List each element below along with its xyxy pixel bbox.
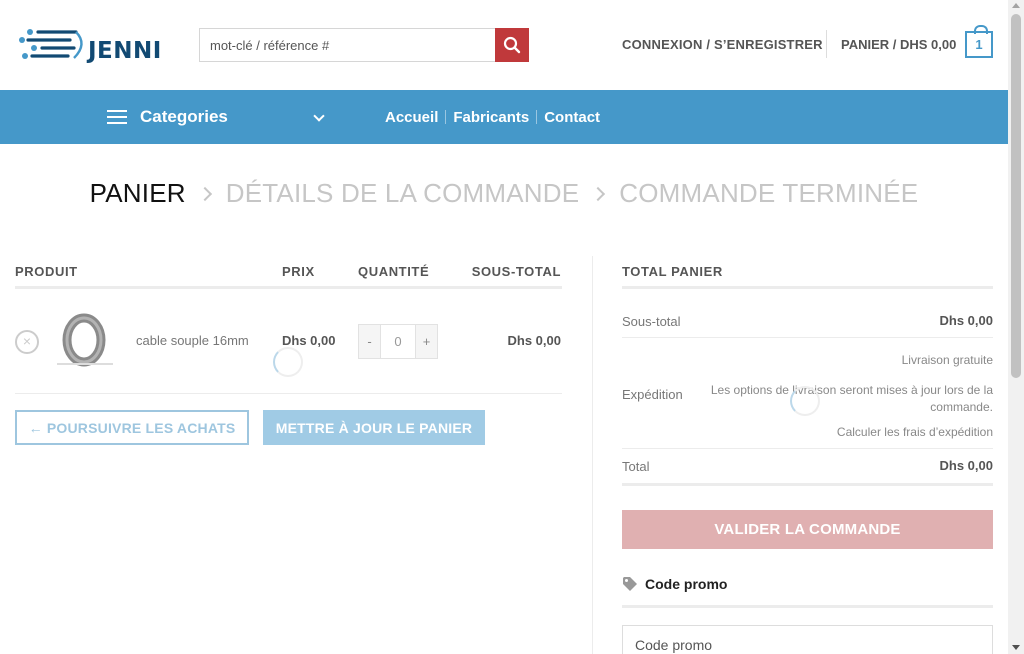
logo-circuit-icon bbox=[19, 29, 83, 59]
checkout-steps: PANIER DÉTAILS DE LA COMMANDE COMMANDE T… bbox=[0, 178, 1008, 209]
main-nav: Categories Accueil Fabricants Contact bbox=[0, 90, 1008, 144]
categories-menu[interactable]: Categories bbox=[107, 90, 228, 144]
shipping-free-text: Livraison gratuite bbox=[901, 353, 993, 367]
subtotal-value: Dhs 0,00 bbox=[939, 313, 993, 328]
categories-label: Categories bbox=[140, 107, 228, 126]
update-cart-button[interactable]: METTRE À JOUR LE PANIER bbox=[263, 410, 485, 445]
shipping-label: Expédition bbox=[622, 387, 683, 402]
col-header-subtotal: SOUS-TOTAL bbox=[471, 264, 561, 279]
product-name-link[interactable]: cable souple 16mm bbox=[136, 333, 249, 348]
vertical-scrollbar[interactable] bbox=[1008, 0, 1024, 654]
nav-separator bbox=[536, 110, 538, 124]
cart-bag-icon[interactable]: 1 bbox=[965, 25, 993, 58]
header-divider-line bbox=[15, 286, 562, 289]
nav-links: Accueil Fabricants Contact bbox=[385, 90, 600, 144]
checkout-button[interactable]: VALIDER LA COMMANDE bbox=[622, 510, 993, 549]
subtotal-divider bbox=[622, 337, 993, 338]
site-logo[interactable]: JENNI bbox=[18, 22, 168, 68]
search-input[interactable] bbox=[200, 29, 496, 61]
column-divider bbox=[592, 256, 593, 654]
search-icon bbox=[503, 36, 521, 54]
continue-shopping-button[interactable]: ← POURSUIVRE LES ACHATS bbox=[15, 410, 249, 445]
promo-heading: Code promo bbox=[622, 576, 727, 592]
nav-link-contact[interactable]: Contact bbox=[544, 109, 600, 126]
shipping-divider bbox=[622, 448, 993, 449]
hamburger-icon bbox=[107, 110, 127, 124]
search-button[interactable] bbox=[495, 28, 529, 62]
qty-input[interactable]: 0 bbox=[380, 325, 416, 358]
step-order-complete: COMMANDE TERMINÉE bbox=[619, 178, 919, 208]
loading-spinner-icon bbox=[790, 386, 820, 416]
nav-separator bbox=[445, 110, 447, 124]
site-header: JENNI CONNEXION / S’ENREGISTRER PANIER /… bbox=[0, 0, 1008, 90]
qty-plus-button[interactable]: + bbox=[416, 325, 437, 358]
totals-header-line bbox=[622, 286, 993, 289]
totals-title: TOTAL PANIER bbox=[622, 264, 723, 279]
nav-link-accueil[interactable]: Accueil bbox=[385, 109, 438, 126]
chevron-right-icon bbox=[591, 186, 606, 201]
scroll-up-arrow-icon[interactable] bbox=[1012, 3, 1020, 8]
promo-title: Code promo bbox=[645, 576, 728, 592]
remove-item-icon[interactable]: × bbox=[15, 330, 39, 354]
header-divider bbox=[826, 30, 827, 58]
total-value: Dhs 0,00 bbox=[939, 458, 993, 473]
total-label: Total bbox=[622, 459, 650, 474]
page: JENNI CONNEXION / S’ENREGISTRER PANIER /… bbox=[0, 0, 1008, 654]
chevron-right-icon bbox=[197, 186, 212, 201]
col-header-product: PRODUIT bbox=[15, 264, 78, 279]
step-order-details[interactable]: DÉTAILS DE LA COMMANDE bbox=[226, 178, 580, 209]
scroll-down-arrow-icon[interactable] bbox=[1012, 645, 1020, 650]
promo-divider bbox=[622, 605, 993, 608]
login-register-link[interactable]: CONNEXION / S’ENREGISTRER bbox=[622, 37, 823, 52]
qty-minus-button[interactable]: - bbox=[359, 325, 380, 358]
promo-code-input[interactable] bbox=[623, 626, 992, 654]
calculate-shipping-link[interactable]: Calculer les frais d’expédition bbox=[837, 425, 993, 439]
quantity-stepper[interactable]: - 0 + bbox=[358, 324, 438, 359]
product-price: Dhs 0,00 bbox=[282, 333, 336, 348]
product-subtotal: Dhs 0,00 bbox=[507, 333, 561, 348]
loading-spinner-icon bbox=[273, 347, 303, 377]
product-thumbnail[interactable] bbox=[55, 312, 113, 370]
search-field[interactable] bbox=[199, 28, 496, 62]
logo-text: JENNI bbox=[88, 38, 162, 64]
col-header-quantity: QUANTITÉ bbox=[358, 264, 430, 279]
row-divider-line bbox=[15, 393, 562, 394]
subtotal-label: Sous-total bbox=[622, 314, 681, 329]
col-header-price: PRIX bbox=[282, 264, 315, 279]
cart-link[interactable]: PANIER / DHS 0,00 bbox=[841, 37, 956, 52]
tag-icon bbox=[623, 577, 637, 591]
step-cart[interactable]: PANIER bbox=[90, 178, 186, 209]
shipping-note: Les options de livraison seront mises à … bbox=[710, 383, 993, 414]
nav-link-fabricants[interactable]: Fabricants bbox=[453, 109, 529, 126]
scrollbar-thumb[interactable] bbox=[1011, 14, 1021, 378]
promo-code-field[interactable] bbox=[622, 625, 993, 654]
cart-count: 1 bbox=[975, 37, 983, 52]
chevron-down-icon[interactable] bbox=[313, 110, 325, 122]
total-divider bbox=[622, 483, 993, 486]
